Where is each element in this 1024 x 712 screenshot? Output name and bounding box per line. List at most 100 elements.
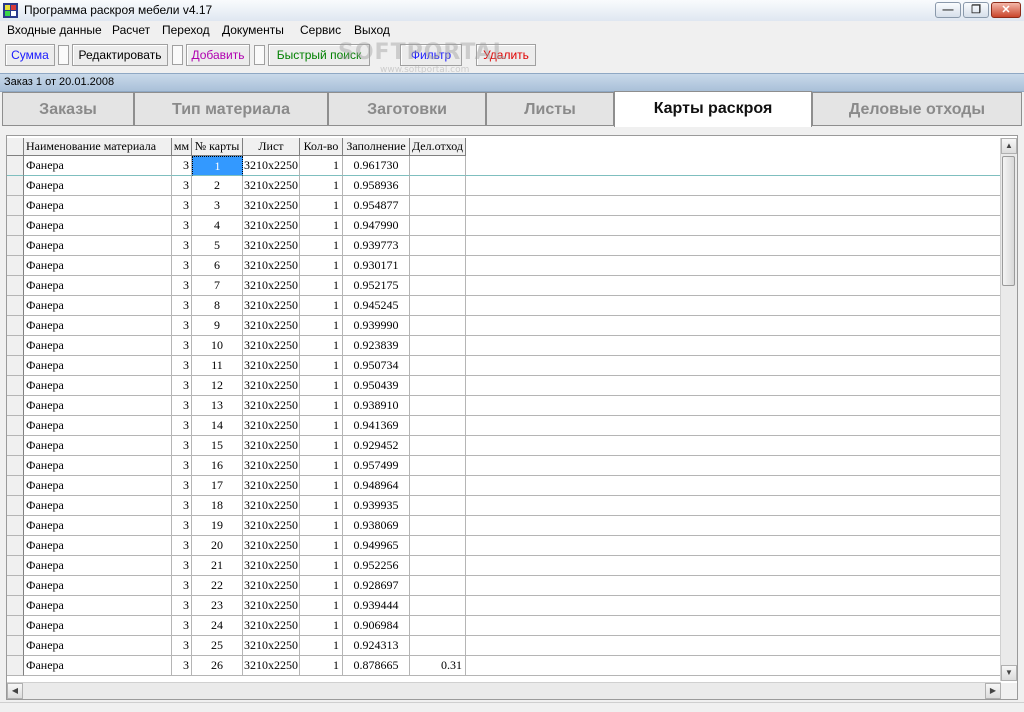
cell-sheet[interactable]: 3210x2250 bbox=[243, 356, 300, 376]
cell-map-number[interactable]: 3 bbox=[192, 196, 243, 216]
cell-mm[interactable]: 3 bbox=[172, 296, 192, 316]
row-indicator[interactable] bbox=[7, 516, 24, 536]
cell-fill[interactable]: 0.939773 bbox=[343, 236, 410, 256]
row-indicator[interactable] bbox=[7, 496, 24, 516]
row-indicator[interactable] bbox=[7, 616, 24, 636]
cell-material-name[interactable]: Фанера bbox=[24, 336, 172, 356]
filter-button[interactable]: Фильтр bbox=[400, 44, 462, 66]
cell-business-waste[interactable] bbox=[410, 636, 466, 656]
cell-business-waste[interactable] bbox=[410, 416, 466, 436]
row-indicator[interactable] bbox=[7, 576, 24, 596]
row-indicator[interactable] bbox=[7, 156, 24, 176]
table-row[interactable]: Фанера 3 7 3210x2250 1 0.952175 bbox=[7, 276, 1003, 296]
row-indicator[interactable] bbox=[7, 176, 24, 196]
table-row[interactable]: Фанера 3 11 3210x2250 1 0.950734 bbox=[7, 356, 1003, 376]
header-fill[interactable]: Заполнение bbox=[343, 138, 410, 156]
cell-sheet[interactable]: 3210x2250 bbox=[243, 176, 300, 196]
tab-cutting-maps[interactable]: Карты раскроя bbox=[614, 91, 812, 127]
cell-sheet[interactable]: 3210x2250 bbox=[243, 436, 300, 456]
table-row[interactable]: Фанера 3 2 3210x2250 1 0.958936 bbox=[7, 176, 1003, 196]
cell-business-waste[interactable] bbox=[410, 296, 466, 316]
cell-mm[interactable]: 3 bbox=[172, 636, 192, 656]
cell-fill[interactable]: 0.938910 bbox=[343, 396, 410, 416]
close-button[interactable]: ✕ bbox=[991, 2, 1021, 18]
cell-quantity[interactable]: 1 bbox=[300, 616, 343, 636]
tab-material-type[interactable]: Тип материала bbox=[134, 92, 328, 126]
cell-map-number[interactable]: 25 bbox=[192, 636, 243, 656]
cell-fill[interactable]: 0.954877 bbox=[343, 196, 410, 216]
cell-sheet[interactable]: 3210x2250 bbox=[243, 536, 300, 556]
cell-fill[interactable]: 0.947990 bbox=[343, 216, 410, 236]
cell-material-name[interactable]: Фанера bbox=[24, 496, 172, 516]
cell-map-number[interactable]: 2 bbox=[192, 176, 243, 196]
cell-material-name[interactable]: Фанера bbox=[24, 636, 172, 656]
cell-map-number[interactable]: 23 bbox=[192, 596, 243, 616]
cell-sheet[interactable]: 3210x2250 bbox=[243, 456, 300, 476]
cell-fill[interactable]: 0.939990 bbox=[343, 316, 410, 336]
cell-fill[interactable]: 0.930171 bbox=[343, 256, 410, 276]
cell-map-number[interactable]: 14 bbox=[192, 416, 243, 436]
table-row[interactable]: Фанера 3 25 3210x2250 1 0.924313 bbox=[7, 636, 1003, 656]
cell-sheet[interactable]: 3210x2250 bbox=[243, 156, 300, 176]
row-indicator[interactable] bbox=[7, 336, 24, 356]
cell-fill[interactable]: 0.961730 bbox=[343, 156, 410, 176]
cell-sheet[interactable]: 3210x2250 bbox=[243, 236, 300, 256]
cell-quantity[interactable]: 1 bbox=[300, 196, 343, 216]
cell-sheet[interactable]: 3210x2250 bbox=[243, 636, 300, 656]
cell-mm[interactable]: 3 bbox=[172, 376, 192, 396]
header-material-name[interactable]: Наименование материала bbox=[24, 138, 172, 156]
cell-fill[interactable]: 0.952256 bbox=[343, 556, 410, 576]
cell-mm[interactable]: 3 bbox=[172, 616, 192, 636]
header-mm[interactable]: мм bbox=[172, 138, 192, 156]
horizontal-scrollbar[interactable]: ◀ ▶ bbox=[7, 682, 1001, 699]
cell-mm[interactable]: 3 bbox=[172, 456, 192, 476]
cell-quantity[interactable]: 1 bbox=[300, 376, 343, 396]
cell-material-name[interactable]: Фанера bbox=[24, 476, 172, 496]
table-row[interactable]: Фанера 3 20 3210x2250 1 0.949965 bbox=[7, 536, 1003, 556]
cell-map-number[interactable]: 4 bbox=[192, 216, 243, 236]
table-row[interactable]: Фанера 3 16 3210x2250 1 0.957499 bbox=[7, 456, 1003, 476]
header-sheet[interactable]: Лист bbox=[243, 138, 300, 156]
scroll-down-icon[interactable]: ▼ bbox=[1001, 665, 1017, 681]
cell-sheet[interactable]: 3210x2250 bbox=[243, 336, 300, 356]
menu-documents[interactable]: Документы bbox=[222, 23, 284, 37]
row-indicator[interactable] bbox=[7, 356, 24, 376]
cell-business-waste[interactable] bbox=[410, 536, 466, 556]
table-row[interactable]: Фанера 3 12 3210x2250 1 0.950439 bbox=[7, 376, 1003, 396]
row-indicator[interactable] bbox=[7, 476, 24, 496]
table-row[interactable]: Фанера 3 21 3210x2250 1 0.952256 bbox=[7, 556, 1003, 576]
table-row[interactable]: Фанера 3 1 3210x2250 1 0.961730 bbox=[7, 156, 1003, 176]
cell-quantity[interactable]: 1 bbox=[300, 456, 343, 476]
cell-fill[interactable]: 0.878665 bbox=[343, 656, 410, 676]
cell-sheet[interactable]: 3210x2250 bbox=[243, 616, 300, 636]
cell-material-name[interactable]: Фанера bbox=[24, 436, 172, 456]
cell-business-waste[interactable] bbox=[410, 316, 466, 336]
row-indicator[interactable] bbox=[7, 596, 24, 616]
table-row[interactable]: Фанера 3 19 3210x2250 1 0.938069 bbox=[7, 516, 1003, 536]
cell-sheet[interactable]: 3210x2250 bbox=[243, 396, 300, 416]
row-indicator[interactable] bbox=[7, 256, 24, 276]
cell-fill[interactable]: 0.950439 bbox=[343, 376, 410, 396]
cell-material-name[interactable]: Фанера bbox=[24, 456, 172, 476]
cell-material-name[interactable]: Фанера bbox=[24, 556, 172, 576]
table-row[interactable]: Фанера 3 15 3210x2250 1 0.929452 bbox=[7, 436, 1003, 456]
cell-map-number[interactable]: 6 bbox=[192, 256, 243, 276]
cell-quantity[interactable]: 1 bbox=[300, 236, 343, 256]
cell-mm[interactable]: 3 bbox=[172, 416, 192, 436]
cell-mm[interactable]: 3 bbox=[172, 216, 192, 236]
cell-business-waste[interactable] bbox=[410, 376, 466, 396]
row-indicator[interactable] bbox=[7, 536, 24, 556]
cell-mm[interactable]: 3 bbox=[172, 476, 192, 496]
cell-business-waste[interactable] bbox=[410, 176, 466, 196]
cell-quantity[interactable]: 1 bbox=[300, 176, 343, 196]
cell-mm[interactable]: 3 bbox=[172, 576, 192, 596]
cell-map-number[interactable]: 10 bbox=[192, 336, 243, 356]
cell-business-waste[interactable] bbox=[410, 216, 466, 236]
cell-mm[interactable]: 3 bbox=[172, 236, 192, 256]
cell-mm[interactable]: 3 bbox=[172, 256, 192, 276]
minimize-button[interactable]: — bbox=[935, 2, 961, 18]
add-button[interactable]: Добавить bbox=[186, 44, 250, 66]
row-indicator[interactable] bbox=[7, 456, 24, 476]
cell-business-waste[interactable] bbox=[410, 516, 466, 536]
cell-material-name[interactable]: Фанера bbox=[24, 236, 172, 256]
